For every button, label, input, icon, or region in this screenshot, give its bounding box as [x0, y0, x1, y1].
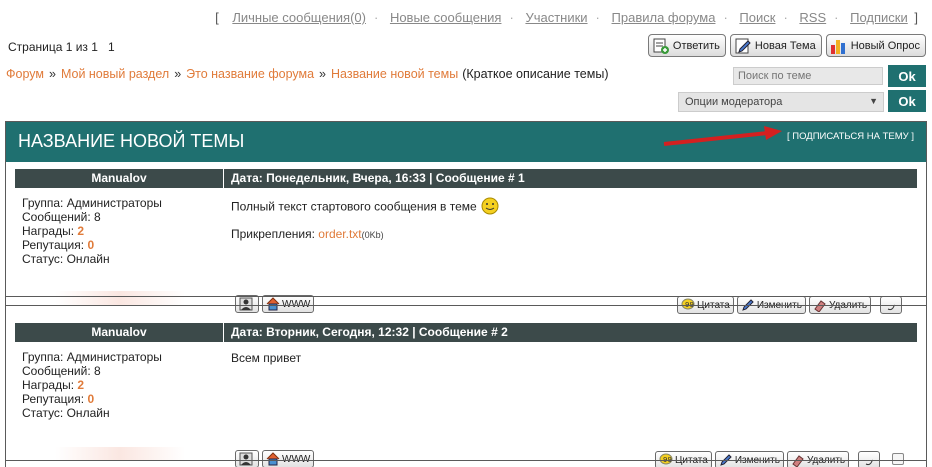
home-icon [266, 297, 280, 311]
user-status: Статус: Онлайн [22, 252, 110, 266]
breadcrumb-section[interactable]: Мой новый раздел [61, 67, 169, 81]
new-topic-label: Новая Тема [754, 39, 816, 52]
poll-chart-icon [830, 37, 848, 55]
post-body: Группа: Администраторы Сообщений: 8 Нагр… [15, 342, 917, 467]
topic-title: НАЗВАНИЕ НОВОЙ ТЕМЫ [18, 131, 245, 151]
post-text: Полный текст стартового сообщения в теме [231, 197, 499, 218]
page-count-text: Страница 1 из 1 [8, 40, 98, 54]
post-meta: Дата: Понедельник, Вчера, 16:33 | Сообще… [231, 171, 525, 185]
user-awards: Награды: 2 [22, 224, 85, 238]
user-group: Группа: Администраторы [22, 196, 162, 210]
attachment-link[interactable]: order.txt [318, 227, 361, 241]
www-button[interactable]: WWW [262, 450, 315, 467]
delete-button[interactable]: Удалить [786, 451, 850, 467]
awards-value[interactable]: 2 [77, 224, 84, 238]
user-message-count: Сообщений: 8 [22, 364, 101, 378]
reply-icon [652, 37, 670, 55]
post-header: Manualov Дата: Понедельник, Вчера, 16:33… [15, 169, 917, 188]
post: Manualov Дата: Вторник, Сегодня, 12:32 |… [15, 323, 917, 467]
nav-private-messages[interactable]: Личные сообщения(0) [232, 10, 366, 25]
new-topic-button[interactable]: Новая Тема [729, 34, 822, 57]
breadcrumb-topic[interactable]: Название новой темы [331, 67, 458, 81]
divider [6, 460, 926, 461]
breadcrumb-forum-name[interactable]: Это название форума [186, 67, 314, 81]
user-info: Группа: Администраторы Сообщений: 8 Нагр… [22, 196, 162, 266]
post: Manualov Дата: Понедельник, Вчера, 16:33… [15, 169, 917, 314]
nav-bracket-open: [ [215, 10, 219, 25]
reply-button[interactable]: Ответить [647, 34, 726, 57]
new-poll-button[interactable]: Новый Опрос [825, 34, 926, 57]
post-content: Полный текст стартового сообщения в теме… [231, 197, 499, 241]
user-awards: Награды: 2 [22, 378, 85, 392]
user-info: Группа: Администраторы Сообщений: 8 Нагр… [22, 350, 162, 420]
new-poll-label: Новый Опрос [850, 39, 920, 52]
www-button[interactable]: WWW [262, 295, 315, 313]
page-number-link[interactable]: 1 [108, 40, 115, 54]
search-ok-button[interactable]: Ok [888, 65, 926, 87]
redacted-signature [55, 291, 185, 305]
post-meta: Дата: Вторник, Сегодня, 12:32 | Сообщени… [231, 325, 508, 339]
pagination: Страница 1 из 1 1 [8, 40, 115, 54]
post-author[interactable]: Manualov [15, 169, 224, 188]
moderator-ok-button[interactable]: Ok [888, 90, 926, 112]
edit-button[interactable]: Изменить [714, 451, 784, 467]
divider [6, 296, 926, 297]
reply-label: Ответить [672, 39, 720, 52]
user-buttons: WWW [235, 295, 315, 313]
new-topic-icon [734, 37, 752, 55]
post-action-buttons: 99 Цитата Изменить Удалить [655, 451, 881, 467]
top-navigation: [ Личные сообщения(0) · Новые сообщения · … [215, 10, 918, 25]
user-message-count: Сообщений: 8 [22, 210, 101, 224]
user-profile-icon [239, 297, 253, 311]
moderator-options-label: Опции модератора [685, 96, 783, 108]
user-reputation: Репутация: 0 [22, 238, 95, 252]
divider [6, 305, 926, 306]
topic-container: НАЗВАНИЕ НОВОЙ ТЕМЫ [ ПОДПИСАТЬСЯ НА ТЕМ… [5, 121, 927, 467]
nav-rss[interactable]: RSS [799, 10, 826, 25]
chevron-down-icon: ▼ [869, 96, 878, 106]
quote-button[interactable]: 99 Цитата [655, 451, 712, 467]
smiley-icon [481, 197, 499, 218]
profile-button[interactable] [235, 450, 259, 467]
nav-bracket-close: ] [914, 10, 918, 25]
user-profile-icon [239, 452, 253, 466]
redacted-signature [55, 447, 185, 461]
profile-button[interactable] [235, 295, 259, 313]
reputation-value[interactable]: 0 [87, 238, 94, 252]
post-header: Manualov Дата: Вторник, Сегодня, 12:32 |… [15, 323, 917, 342]
post-body: Группа: Администраторы Сообщений: 8 Нагр… [15, 188, 917, 314]
topic-actions: Ответить Новая Тема Новый Опрос [647, 34, 926, 57]
post-text: Всем привет [231, 351, 302, 365]
attachment-size: (0Kb) [361, 230, 384, 240]
topic-description: (Краткое описание темы) [462, 67, 609, 81]
post-attachments: Прикрепления: order.txt(0Kb) [231, 227, 384, 241]
nav-members[interactable]: Участники [525, 10, 587, 25]
breadcrumb-forum[interactable]: Форум [6, 67, 44, 81]
awards-value[interactable]: 2 [77, 378, 84, 392]
home-icon [266, 452, 280, 466]
post-author[interactable]: Manualov [15, 323, 224, 342]
nav-subscriptions[interactable]: Подписки [850, 10, 908, 25]
reputation-value[interactable]: 0 [87, 392, 94, 406]
user-status: Статус: Онлайн [22, 406, 110, 420]
user-group: Группа: Администраторы [22, 350, 162, 364]
subscribe-link[interactable]: [ ПОДПИСАТЬСЯ НА ТЕМУ ] [787, 131, 914, 142]
user-buttons: WWW [235, 450, 315, 467]
report-button[interactable] [858, 451, 881, 467]
nav-forum-rules[interactable]: Правила форума [612, 10, 716, 25]
topic-search-input[interactable] [733, 67, 883, 85]
annotation-arrow-icon [663, 126, 782, 146]
nav-search[interactable]: Поиск [739, 10, 775, 25]
breadcrumb: Форум» Мой новый раздел» Это название фору… [6, 67, 609, 81]
nav-new-messages[interactable]: Новые сообщения [390, 10, 502, 25]
user-reputation: Репутация: 0 [22, 392, 95, 406]
moderator-options-select[interactable]: Опции модератора ▼ [678, 92, 884, 112]
post-content: Всем привет [231, 351, 301, 365]
post-select-checkbox[interactable] [892, 453, 904, 465]
